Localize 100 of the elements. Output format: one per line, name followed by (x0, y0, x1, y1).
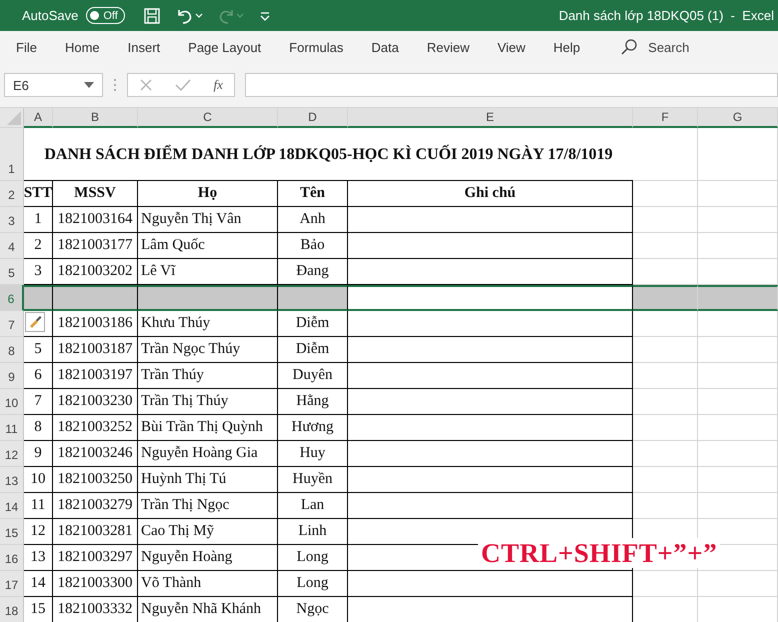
ribbon-tab[interactable]: Help (543, 36, 590, 58)
row-header[interactable]: 18 (0, 597, 24, 622)
row-header[interactable]: 16 (0, 545, 24, 571)
shortcut-annotation: CTRL+SHIFT+”+” (478, 538, 720, 568)
search-label: Search (648, 40, 690, 54)
ribbon-tab[interactable]: Page Layout (178, 36, 272, 58)
table-cell: Hương (278, 415, 348, 441)
table-cell: Hằng (278, 389, 348, 415)
column-heading-cell: STT (24, 181, 53, 207)
row-header[interactable]: 8 (0, 337, 24, 363)
table-cell: Linh (278, 519, 348, 545)
cancel-icon[interactable] (139, 78, 154, 92)
ribbon-tab[interactable]: Review (416, 36, 480, 58)
row-header[interactable]: 5 (0, 259, 24, 285)
row-header[interactable]: 11 (0, 415, 24, 441)
table-cell: 8 (24, 415, 53, 441)
empty-cell (633, 571, 698, 597)
column-header[interactable]: E (348, 108, 633, 128)
empty-cell (633, 441, 698, 467)
column-header[interactable]: C (138, 108, 278, 128)
table-cell: 7 (24, 389, 53, 415)
column-header[interactable]: D (278, 108, 348, 128)
row-header[interactable]: 3 (0, 207, 24, 233)
table-cell: 12 (24, 519, 53, 545)
column-heading-cell: Họ (138, 181, 278, 207)
ribbon-tab[interactable]: Insert (118, 36, 170, 58)
table-cell: Ngọc (278, 597, 348, 622)
table-cell: Long (278, 571, 348, 597)
formula-input[interactable] (245, 73, 778, 97)
row-header[interactable]: 1 (0, 128, 24, 181)
table-cell: Nguyễn Thị Vân (138, 207, 278, 233)
empty-cell (633, 181, 698, 207)
row-header[interactable]: 13 (0, 467, 24, 493)
table-cell: Võ Thành (138, 571, 278, 597)
table-cell: 1821003177 (53, 233, 138, 259)
table-cell: Bảo (278, 233, 348, 259)
table-cell: Anh (278, 207, 348, 233)
name-box[interactable]: E6 (4, 73, 103, 97)
row-header[interactable]: 2 (0, 181, 24, 207)
table-cell: Huỳnh Thị Tú (138, 467, 278, 493)
column-header[interactable]: A (24, 108, 53, 128)
insert-function-button[interactable]: fx (214, 77, 223, 93)
customize-icon[interactable] (258, 10, 271, 22)
column-heading-cell: Ghi chú (348, 181, 633, 207)
ribbon-tab[interactable]: Formulas (279, 36, 354, 58)
table-cell: 1 (24, 207, 53, 233)
table-cell: Nguyễn Hoàng Gia (138, 441, 278, 467)
row-header[interactable]: 17 (0, 571, 24, 597)
row-header[interactable]: 14 (0, 493, 24, 519)
enter-icon[interactable] (175, 78, 192, 92)
table-cell: 1821003164 (53, 207, 138, 233)
column-header[interactable]: G (698, 108, 778, 128)
autosave-label: AutoSave (22, 8, 78, 23)
table-cell: Diễm (278, 311, 348, 337)
table-cell: 13 (24, 545, 53, 571)
ribbon-tab[interactable]: Data (361, 36, 409, 58)
empty-cell (633, 389, 698, 415)
sheet-title: DANH SÁCH ĐIỂM DANH LỚP 18DKQ05-HỌC KÌ CUỐI 2019 NGÀY 17/8/1019 (24, 128, 633, 181)
table-cell: Huyền (278, 467, 348, 493)
table-cell: 1821003250 (53, 467, 138, 493)
row-header[interactable]: 6 (0, 285, 24, 311)
save-icon[interactable] (142, 6, 161, 24)
row-header[interactable]: 7 (0, 311, 24, 337)
row-header[interactable]: 9 (0, 363, 24, 389)
row-header[interactable]: 15 (0, 519, 24, 545)
autosave-toggle[interactable]: Off (86, 7, 125, 24)
table-cell: 1821003332 (53, 597, 138, 622)
table-cell: 1821003279 (53, 493, 138, 519)
empty-cell (633, 467, 698, 493)
search-icon (620, 38, 638, 56)
table-cell: Diễm (278, 337, 348, 363)
paste-options-icon[interactable] (25, 312, 45, 332)
table-cell: Cao Thị Mỹ (138, 519, 278, 545)
table-cell: 5 (24, 337, 53, 363)
document-title: Danh sách lớp 18DKQ05 (1) - Excel (558, 8, 774, 23)
table-cell: 1821003297 (53, 545, 138, 571)
select-all-icon[interactable] (7, 111, 21, 125)
ribbon-tab[interactable]: View (487, 36, 536, 58)
empty-cell (633, 207, 698, 233)
table-cell: Trần Thúy (138, 363, 278, 389)
ribbon-tab[interactable]: File (6, 36, 47, 58)
table-cell: Trần Ngọc Thúy (138, 337, 278, 363)
table-cell: 9 (24, 441, 53, 467)
column-header[interactable]: B (53, 108, 138, 128)
column-heading-cell: Tên (278, 181, 348, 207)
column-heading-cell: MSSV (53, 181, 138, 207)
table-cell: Bùi Trần Thị Quỳnh (138, 415, 278, 441)
table-cell: 15 (24, 597, 53, 622)
table-cell: Trần Thị Ngọc (138, 493, 278, 519)
table-cell: 1821003197 (53, 363, 138, 389)
ribbon-tab[interactable]: Home (54, 36, 110, 58)
row-header[interactable]: 10 (0, 389, 24, 415)
table-cell: 1821003230 (53, 389, 138, 415)
column-header[interactable]: F (633, 108, 698, 128)
table-cell: Long (278, 545, 348, 571)
table-cell: 1821003187 (53, 337, 138, 363)
search-button[interactable]: Search (614, 37, 696, 57)
row-header[interactable]: 4 (0, 233, 24, 259)
row-header[interactable]: 12 (0, 441, 24, 467)
table-cell: 1821003246 (53, 441, 138, 467)
